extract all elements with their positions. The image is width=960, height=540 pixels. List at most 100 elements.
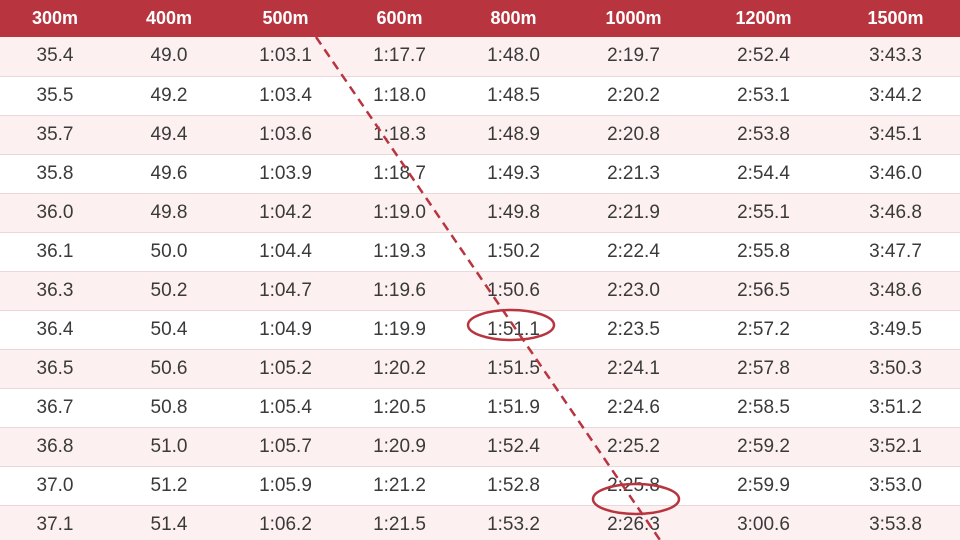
table-cell-400m: 51.2 xyxy=(150,474,188,496)
table-cell-500m: 1:03.6 xyxy=(259,123,312,145)
column-header-1500m: 1500m xyxy=(867,8,924,28)
table-cell-600m: 1:19.0 xyxy=(373,201,426,223)
table-row: 37.0 51.2 1:05.9 1:21.2 1:52.8 2:25.8 2:59.9 3:… xyxy=(0,466,960,505)
table-cell-300m: 35.5 xyxy=(36,84,74,106)
table-cell-1000m: 2:20.2 xyxy=(607,84,660,106)
table-cell-600m: 1:17.7 xyxy=(373,45,426,67)
table-cell-1500m: 3:50.3 xyxy=(869,357,922,379)
table-cell-1200m: 2:53.8 xyxy=(737,123,790,145)
table-cell-800m: 1:50.2 xyxy=(487,240,540,262)
table-cell-1000m: 2:23.0 xyxy=(607,279,660,301)
table-cell-1500m: 3:46.0 xyxy=(869,162,922,184)
table-cell-800m: 1:48.9 xyxy=(487,123,540,145)
table-cell-1000m: 2:20.8 xyxy=(607,123,660,145)
table-cell-1500m: 3:45.1 xyxy=(869,123,922,145)
table-cell-1200m: 2:55.8 xyxy=(737,240,790,262)
table-cell-1500m: 3:53.0 xyxy=(869,474,922,496)
table-cell-300m: 35.8 xyxy=(36,162,74,184)
table-cell-300m: 35.7 xyxy=(36,123,74,145)
table-cell-400m: 49.6 xyxy=(150,162,188,184)
table-row: 36.0 49.8 1:04.2 1:19.0 1:49.8 2:21.9 2:55.1 3:… xyxy=(0,193,960,232)
table-cell-1200m: 3:00.6 xyxy=(737,513,790,535)
table-cell-1500m: 3:52.1 xyxy=(869,435,922,457)
table-cell-800m: 1:51.1 xyxy=(487,318,540,340)
table-cell-600m: 1:18.7 xyxy=(373,162,426,184)
column-header-800m: 800m xyxy=(490,8,537,28)
table-cell-300m: 36.1 xyxy=(36,240,74,262)
column-header-600m: 600m xyxy=(376,8,423,28)
table-cell-1200m: 2:57.8 xyxy=(737,357,790,379)
table-cell-400m: 51.4 xyxy=(150,513,188,535)
table-cell-500m: 1:05.4 xyxy=(259,396,312,418)
column-header-400m: 400m xyxy=(145,8,193,28)
pace-table-view: 300m 400m 500m 600m 800m 1000m 1200m 1500m 35.4… xyxy=(0,0,960,540)
table-cell-1000m: 2:19.7 xyxy=(607,45,660,67)
table-cell-500m: 1:04.7 xyxy=(259,279,312,301)
table-cell-1200m: 2:56.5 xyxy=(737,279,790,301)
table-cell-400m: 50.4 xyxy=(150,318,188,340)
table-cell-400m: 49.8 xyxy=(150,201,188,223)
table-cell-1000m: 2:21.3 xyxy=(607,162,660,184)
table-cell-800m: 1:48.0 xyxy=(487,45,540,67)
table-cell-800m: 1:52.4 xyxy=(487,435,540,457)
table-cell-1000m: 2:26.3 xyxy=(607,513,660,535)
table-cell-1200m: 2:59.9 xyxy=(737,474,790,496)
pace-conversion-table: 300m 400m 500m 600m 800m 1000m 1200m 1500m 35.4… xyxy=(0,0,960,540)
table-cell-800m: 1:48.5 xyxy=(487,84,540,106)
table-row: 36.1 50.0 1:04.4 1:19.3 1:50.2 2:22.4 2:55.8 3:… xyxy=(0,232,960,271)
table-cell-500m: 1:05.9 xyxy=(259,474,312,496)
table-cell-400m: 50.8 xyxy=(150,396,188,418)
table-cell-1200m: 2:54.4 xyxy=(737,162,790,184)
table-header: 300m 400m 500m 600m 800m 1000m 1200m 1500m xyxy=(0,0,960,37)
table-cell-400m: 50.2 xyxy=(150,279,188,301)
table-cell-500m: 1:05.2 xyxy=(259,357,312,379)
table-cell-500m: 1:03.4 xyxy=(259,84,312,106)
table-cell-1500m: 3:44.2 xyxy=(869,84,922,106)
table-cell-300m: 35.4 xyxy=(36,45,74,67)
table-row: 36.4 50.4 1:04.9 1:19.9 1:51.1 2:23.5 2:57.2 3:… xyxy=(0,310,960,349)
table-cell-300m: 37.0 xyxy=(36,474,74,496)
header-row: 300m 400m 500m 600m 800m 1000m 1200m 1500m xyxy=(0,0,960,37)
table-cell-800m: 1:51.5 xyxy=(487,357,540,379)
table-cell-800m: 1:53.2 xyxy=(487,513,540,535)
table-cell-300m: 37.1 xyxy=(36,513,74,535)
table-cell-600m: 1:19.9 xyxy=(373,318,426,340)
table-cell-1200m: 2:59.2 xyxy=(737,435,790,457)
table-cell-1000m: 2:25.2 xyxy=(607,435,660,457)
table-cell-800m: 1:51.9 xyxy=(487,396,540,418)
table-cell-300m: 36.4 xyxy=(36,318,74,340)
column-header-1000m: 1000m xyxy=(605,8,662,28)
table-cell-800m: 1:49.8 xyxy=(487,201,540,223)
table-row: 36.7 50.8 1:05.4 1:20.5 1:51.9 2:24.6 2:58.5 3:… xyxy=(0,388,960,427)
table-cell-600m: 1:20.9 xyxy=(373,435,426,457)
table-cell-600m: 1:21.5 xyxy=(373,513,426,535)
table-body: 35.4 49.0 1:03.1 1:17.7 1:48.0 2:19.7 2:52.4 3:… xyxy=(0,37,960,540)
table-cell-400m: 49.2 xyxy=(150,84,188,106)
table-cell-1200m: 2:53.1 xyxy=(737,84,790,106)
table-cell-1000m: 2:24.6 xyxy=(607,396,660,418)
table-row: 36.3 50.2 1:04.7 1:19.6 1:50.6 2:23.0 2:56.5 3:… xyxy=(0,271,960,310)
table-row: 35.5 49.2 1:03.4 1:18.0 1:48.5 2:20.2 2:53.1 3:… xyxy=(0,76,960,115)
table-cell-500m: 1:04.4 xyxy=(259,240,312,262)
table-cell-600m: 1:20.5 xyxy=(373,396,426,418)
table-row: 35.4 49.0 1:03.1 1:17.7 1:48.0 2:19.7 2:52.4 3:… xyxy=(0,37,960,76)
table-cell-1000m: 2:24.1 xyxy=(607,357,660,379)
table-cell-1200m: 2:55.1 xyxy=(737,201,790,223)
table-cell-1500m: 3:47.7 xyxy=(869,240,922,262)
table-cell-400m: 51.0 xyxy=(150,435,188,457)
table-cell-1000m: 2:23.5 xyxy=(607,318,660,340)
table-cell-400m: 49.4 xyxy=(150,123,188,145)
table-cell-600m: 1:18.3 xyxy=(373,123,426,145)
table-cell-500m: 1:05.7 xyxy=(259,435,312,457)
table-cell-500m: 1:04.9 xyxy=(259,318,312,340)
table-cell-300m: 36.8 xyxy=(36,435,74,457)
table-cell-600m: 1:18.0 xyxy=(373,84,426,106)
table-cell-800m: 1:50.6 xyxy=(487,279,540,301)
table-cell-1500m: 3:49.5 xyxy=(869,318,922,340)
table-cell-1500m: 3:53.8 xyxy=(869,513,922,535)
column-header-300m: 300m xyxy=(31,8,79,28)
table-cell-1500m: 3:46.8 xyxy=(869,201,922,223)
table-cell-300m: 36.7 xyxy=(36,396,74,418)
table-row: 36.8 51.0 1:05.7 1:20.9 1:52.4 2:25.2 2:59.2 3:… xyxy=(0,427,960,466)
table-cell-1200m: 2:57.2 xyxy=(737,318,790,340)
